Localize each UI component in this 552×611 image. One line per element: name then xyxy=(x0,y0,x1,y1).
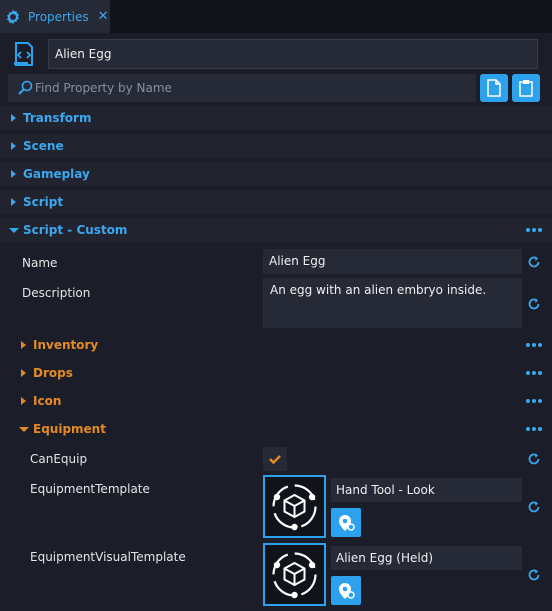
locate-pin-icon xyxy=(339,582,355,599)
equipment-template-field[interactable]: Hand Tool - Look xyxy=(331,478,522,502)
more-options-icon[interactable] xyxy=(526,341,546,349)
more-options-icon[interactable] xyxy=(526,226,546,234)
collapse-arrow-icon xyxy=(19,427,29,432)
can-equip-label: CanEquip xyxy=(30,452,88,466)
group-equipment[interactable]: Equipment xyxy=(19,419,539,439)
tab-properties[interactable]: Properties ✕ xyxy=(0,0,110,33)
group-label: Icon xyxy=(33,394,62,408)
search-input[interactable] xyxy=(35,74,465,102)
paste-icon xyxy=(519,80,533,97)
section-label: Scene xyxy=(23,139,64,153)
section-gameplay[interactable]: Gameplay xyxy=(0,162,552,186)
script-file-icon xyxy=(14,42,33,66)
template-icon xyxy=(272,552,317,599)
search-bar xyxy=(8,74,476,102)
object-name-field[interactable]: Alien Egg xyxy=(48,39,538,69)
expand-arrow-icon xyxy=(21,369,26,377)
template-thumbnail[interactable] xyxy=(263,475,326,538)
reset-icon[interactable] xyxy=(527,297,541,311)
locate-pin-icon xyxy=(339,514,355,531)
more-options-icon[interactable] xyxy=(526,425,546,433)
group-label: Equipment xyxy=(33,422,106,436)
group-icon[interactable]: Icon xyxy=(19,391,539,411)
expand-arrow-icon xyxy=(21,341,26,349)
search-icon xyxy=(18,80,33,95)
section-scene[interactable]: Scene xyxy=(0,134,552,158)
section-label: Transform xyxy=(23,111,92,125)
group-inventory[interactable]: Inventory xyxy=(19,335,539,355)
more-options-icon[interactable] xyxy=(526,369,546,377)
paste-button[interactable] xyxy=(512,74,540,102)
reset-icon[interactable] xyxy=(527,452,541,466)
expand-arrow-icon xyxy=(11,114,16,122)
copy-icon xyxy=(487,79,501,97)
gear-icon xyxy=(7,9,19,24)
reset-icon[interactable] xyxy=(527,568,541,582)
can-equip-checkbox[interactable] xyxy=(263,447,287,471)
equipment-visual-template-label: EquipmentVisualTemplate xyxy=(30,550,186,564)
checkmark-icon xyxy=(269,455,281,465)
expand-arrow-icon xyxy=(11,198,16,206)
section-label: Script xyxy=(23,195,64,209)
template-icon xyxy=(272,484,317,531)
locate-template-button[interactable] xyxy=(331,576,361,605)
group-label: Inventory xyxy=(33,338,99,352)
expand-arrow-icon xyxy=(11,142,16,150)
description-field[interactable]: An egg with an alien embryo inside. xyxy=(263,278,522,328)
group-drops[interactable]: Drops xyxy=(19,363,539,383)
description-label: Description xyxy=(22,286,91,300)
collapse-arrow-icon xyxy=(9,228,19,233)
tab-bar: Properties ✕ xyxy=(0,0,552,33)
section-label: Script - Custom xyxy=(23,223,128,237)
section-label: Gameplay xyxy=(23,167,90,181)
section-script-custom[interactable]: Script - Custom xyxy=(0,218,552,242)
close-icon[interactable]: ✕ xyxy=(98,9,109,24)
section-transform[interactable]: Transform xyxy=(0,106,552,130)
reset-icon[interactable] xyxy=(527,500,541,514)
name-label: Name xyxy=(22,256,58,270)
more-options-icon[interactable] xyxy=(526,397,546,405)
copy-button[interactable] xyxy=(480,74,508,102)
expand-arrow-icon xyxy=(11,170,16,178)
visual-template-thumbnail[interactable] xyxy=(263,543,326,606)
name-field[interactable]: Alien Egg xyxy=(263,249,522,274)
reset-icon[interactable] xyxy=(527,255,541,269)
locate-template-button[interactable] xyxy=(331,508,361,537)
section-script[interactable]: Script xyxy=(0,190,552,214)
equipment-visual-template-field[interactable]: Alien Egg (Held) xyxy=(331,546,522,570)
expand-arrow-icon xyxy=(21,397,26,405)
equipment-template-label: EquipmentTemplate xyxy=(30,482,150,496)
tab-title: Properties xyxy=(28,9,89,24)
group-label: Drops xyxy=(33,366,73,380)
